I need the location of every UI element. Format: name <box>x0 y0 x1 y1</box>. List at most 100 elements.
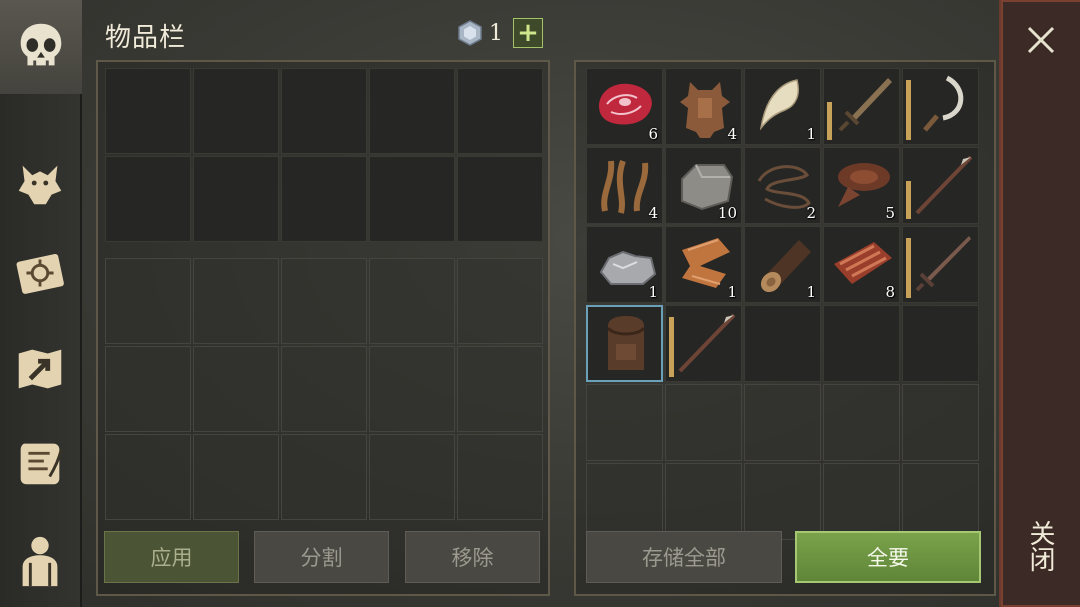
add-currency-button[interactable]: + <box>513 18 543 48</box>
stash-slot[interactable] <box>744 384 821 461</box>
stash-slot[interactable] <box>744 305 821 382</box>
page-title: 物品栏 <box>105 23 187 53</box>
item-quantity: 1 <box>648 283 658 301</box>
stash-slot[interactable]: 1 <box>586 226 663 303</box>
stash-slot[interactable] <box>665 305 742 382</box>
output-slot[interactable] <box>193 434 279 520</box>
output-slot[interactable] <box>457 346 543 432</box>
sword-icon <box>915 236 971 292</box>
stash-slot[interactable]: 5 <box>823 147 900 224</box>
stash-slot[interactable]: 1 <box>744 226 821 303</box>
sword-icon <box>838 78 892 132</box>
output-slot[interactable] <box>457 434 543 520</box>
stash-slot[interactable]: 4 <box>665 68 742 145</box>
output-slot[interactable] <box>281 346 367 432</box>
stash-slot[interactable]: 1 <box>665 226 742 303</box>
stash-slot[interactable] <box>902 463 979 540</box>
close-icon[interactable] <box>1023 22 1059 58</box>
stash-slot[interactable] <box>902 305 979 382</box>
output-grid <box>105 258 543 520</box>
stash-slot[interactable] <box>823 68 900 145</box>
input-slot[interactable] <box>193 156 279 242</box>
currency-display: 1 + <box>457 18 543 48</box>
gem-count: 1 <box>489 20 503 46</box>
wolf-icon <box>18 165 62 205</box>
output-slot[interactable] <box>193 258 279 344</box>
stash-slot[interactable]: 1 <box>744 68 821 145</box>
output-slot[interactable] <box>457 258 543 344</box>
item-quantity: 6 <box>648 125 658 143</box>
sickle-icon <box>923 75 964 132</box>
stash-slot[interactable] <box>586 463 663 540</box>
input-slot[interactable] <box>457 68 543 154</box>
tab-pets[interactable] <box>0 140 80 226</box>
store-all-button[interactable]: 存储全部 <box>586 531 782 583</box>
close-panel[interactable]: 关闭 <box>999 0 1080 607</box>
stash-slot[interactable] <box>823 384 900 461</box>
tab-map[interactable] <box>0 326 80 412</box>
input-slot[interactable] <box>281 68 367 154</box>
output-slot[interactable] <box>105 258 191 344</box>
stash-slot[interactable] <box>665 463 742 540</box>
stash-slot[interactable] <box>823 305 900 382</box>
input-slot[interactable] <box>193 68 279 154</box>
input-slot[interactable] <box>105 156 191 242</box>
item-quantity: 5 <box>885 204 895 222</box>
tab-character[interactable] <box>0 518 80 604</box>
output-slot[interactable] <box>105 434 191 520</box>
item-quantity: 1 <box>806 283 816 301</box>
quest-scroll-icon <box>20 443 63 485</box>
stash-slot[interactable] <box>902 384 979 461</box>
backpack-icon <box>606 316 646 370</box>
stash-panel: 6 4 1 4 10 2 5 1 1 1 8 <box>574 60 996 596</box>
blueprint-icon <box>16 253 64 294</box>
gem-icon <box>458 20 482 46</box>
stash-slot-selected[interactable] <box>586 305 663 382</box>
output-slot[interactable] <box>105 346 191 432</box>
take-all-button[interactable]: 全要 <box>795 531 981 583</box>
item-quantity: 10 <box>717 204 737 222</box>
output-slot[interactable] <box>369 434 455 520</box>
stash-slot[interactable] <box>665 384 742 461</box>
stash-slot[interactable]: 6 <box>586 68 663 145</box>
stash-slot[interactable] <box>586 384 663 461</box>
stash-slot[interactable] <box>902 226 979 303</box>
output-slot[interactable] <box>193 346 279 432</box>
input-slot[interactable] <box>369 68 455 154</box>
item-quantity: 8 <box>885 283 895 301</box>
skull-icon <box>20 23 62 66</box>
stash-slot[interactable]: 2 <box>744 147 821 224</box>
close-label[interactable]: 关闭 <box>1023 520 1059 572</box>
character-icon <box>22 536 58 587</box>
output-slot[interactable] <box>281 434 367 520</box>
item-quantity: 4 <box>648 204 658 222</box>
stash-slot[interactable] <box>902 68 979 145</box>
stash-slot[interactable]: 10 <box>665 147 742 224</box>
input-grid <box>105 68 543 242</box>
crafting-panel <box>96 60 550 596</box>
stash-slot[interactable] <box>823 463 900 540</box>
input-slot[interactable] <box>457 156 543 242</box>
sidebar <box>0 0 82 607</box>
output-slot[interactable] <box>369 258 455 344</box>
split-button[interactable]: 分割 <box>254 531 389 583</box>
map-icon <box>18 349 62 389</box>
input-slot[interactable] <box>281 156 367 242</box>
input-slot[interactable] <box>105 68 191 154</box>
input-slot[interactable] <box>369 156 455 242</box>
stash-slot[interactable]: 4 <box>586 147 663 224</box>
stash-slot[interactable] <box>902 147 979 224</box>
tab-crafting[interactable] <box>0 230 80 316</box>
stash-slot[interactable] <box>744 463 821 540</box>
item-quantity: 1 <box>727 283 737 301</box>
spear-icon <box>915 155 973 215</box>
tab-quests[interactable] <box>0 420 80 506</box>
output-slot[interactable] <box>281 258 367 344</box>
stash-slot[interactable]: 8 <box>823 226 900 303</box>
output-slot[interactable] <box>369 346 455 432</box>
apply-button[interactable]: 应用 <box>104 531 239 583</box>
tab-inventory[interactable] <box>0 0 82 94</box>
item-quantity: 1 <box>806 125 816 143</box>
item-quantity: 2 <box>806 204 816 222</box>
remove-button[interactable]: 移除 <box>405 531 540 583</box>
